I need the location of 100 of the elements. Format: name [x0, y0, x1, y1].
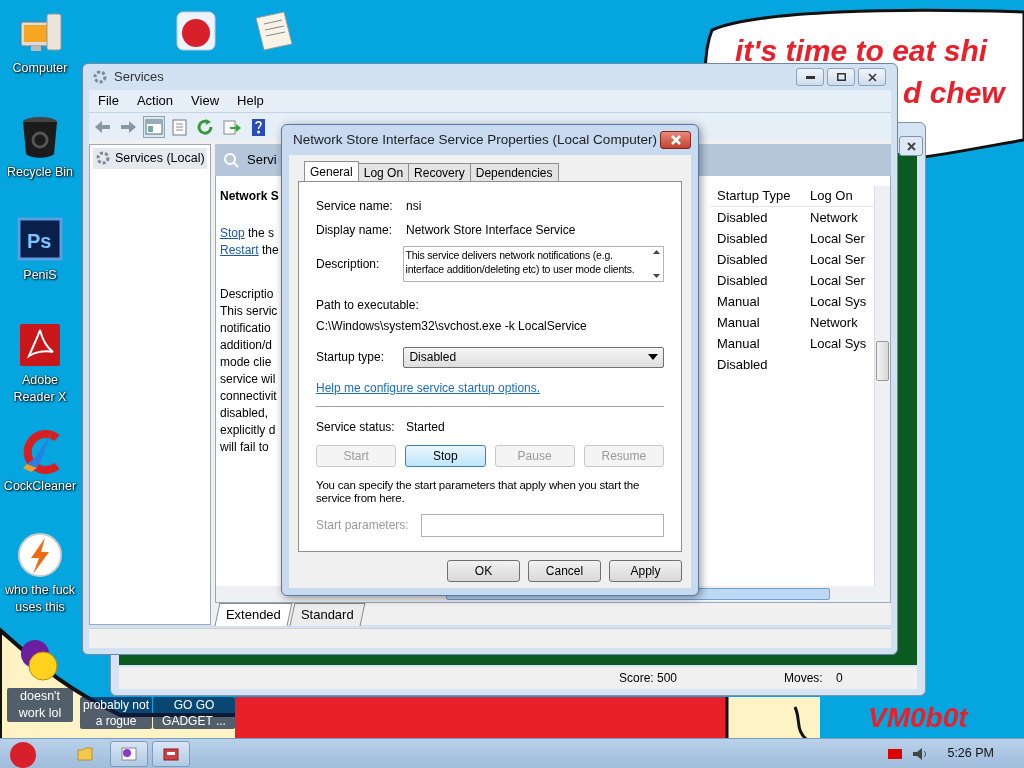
column-header[interactable]: Startup Type: [711, 186, 810, 206]
table-cell-text: Local Sys: [810, 334, 868, 353]
close-icon: [906, 141, 916, 151]
minimize-button[interactable]: [796, 68, 824, 86]
dialog-button[interactable]: OK: [447, 560, 520, 582]
table-cell-text: Network: [810, 313, 859, 332]
help-link[interactable]: Help me configure service startup options.: [316, 381, 541, 395]
dialog-button[interactable]: Apply: [609, 560, 682, 582]
moves-text: Moves: 0: [784, 670, 843, 687]
table-cell-text: Manual: [716, 292, 761, 311]
menu-item[interactable]: Action: [127, 91, 183, 111]
dialog-tab[interactable]: Log On: [357, 163, 410, 181]
column-header[interactable]: Log On: [810, 186, 868, 206]
description-text: disabled,: [220, 405, 269, 422]
menu-item[interactable]: Help: [228, 91, 273, 111]
table-cell-text: Disabled: [716, 355, 769, 374]
table-cell-text: Manual: [716, 313, 761, 332]
close-icon: [867, 72, 877, 82]
field-value: Network Store Interface Service: [406, 222, 576, 239]
close-button[interactable]: [899, 136, 923, 156]
close-button[interactable]: [858, 68, 886, 86]
maximize-icon: [836, 73, 846, 81]
field-value: nsi: [406, 198, 422, 215]
field-label: Startup type:: [316, 349, 386, 366]
table-cell-text: Disabled: [716, 250, 769, 269]
close-icon: [670, 135, 681, 145]
description-text: addition/d: [220, 337, 273, 354]
description-text: connectivit: [220, 388, 277, 405]
table-cell-text: Disabled: [716, 271, 769, 290]
photoshop-icon[interactable]: Ps: [17, 217, 63, 263]
menu-item[interactable]: View: [182, 91, 229, 111]
bubble-text: it's time to eat shi: [735, 36, 988, 66]
description-text: service wil: [220, 371, 276, 388]
close-button[interactable]: [660, 131, 691, 149]
taskbar-button[interactable]: [152, 740, 190, 767]
field-label: Path to executable:: [316, 297, 420, 314]
status-value: Started: [406, 419, 445, 436]
start-button-icon[interactable]: [8, 739, 38, 768]
vertical-scrollbar[interactable]: [874, 186, 890, 586]
panel-icon[interactable]: [144, 117, 164, 136]
window-title: Services: [114, 68, 164, 87]
startup-type-dropdown[interactable]: Disabled: [403, 346, 664, 368]
view-tab[interactable]: Extended: [214, 602, 293, 625]
caret-icon: [648, 354, 658, 360]
minimize-icon: [805, 75, 815, 79]
action-link[interactable]: Restart: [220, 243, 259, 257]
table-cell-text: Local Ser: [810, 250, 866, 269]
path-text: C:\Windows\system32\svchost.exe -k LocalService: [316, 318, 588, 335]
dialog-tab[interactable]: Recovery: [408, 163, 471, 181]
field-label: Service status:: [316, 419, 396, 436]
scroll-arrows-icon[interactable]: [652, 249, 661, 279]
export-icon[interactable]: [222, 117, 242, 136]
search-icon: [223, 152, 239, 168]
list-icon[interactable]: [170, 117, 190, 136]
action-link[interactable]: Stop: [220, 226, 245, 240]
dialog-title: Network Store Interface Service Properties (Local Computer): [293, 130, 657, 149]
action-text: the: [261, 243, 279, 257]
table-cell-text: Network: [810, 208, 859, 227]
gear-icon: [92, 69, 108, 85]
table-cell-text: Local Ser: [810, 271, 866, 290]
description-text: mode clie: [220, 354, 272, 371]
app-icon[interactable]: [176, 11, 216, 51]
field-label: Description:: [316, 256, 381, 273]
pdf-icon[interactable]: [17, 322, 63, 368]
table-cell-text: Disabled: [716, 229, 769, 248]
view-tab[interactable]: Standard: [289, 602, 366, 625]
description-text: notificatio: [220, 320, 271, 337]
start-parameters-field[interactable]: [421, 513, 664, 537]
service-title: Network S: [220, 188, 279, 205]
service-button[interactable]: Stop: [405, 445, 486, 467]
icon-label[interactable]: doesn't work lol: [7, 688, 73, 722]
scroll-thumb[interactable]: [876, 341, 889, 381]
table-cell-text: Manual: [716, 334, 761, 353]
description-text: will fail to: [220, 439, 269, 456]
description-text: This servic: [220, 303, 278, 320]
field-label: Start parameters:: [316, 517, 410, 534]
bubble-text: d chew: [903, 78, 1005, 108]
icon-label[interactable]: probably not a rogue: [80, 697, 152, 729]
icon-label[interactable]: GO GO GADGET ...: [153, 697, 235, 729]
score-text: Score: 500: [619, 670, 679, 687]
maximize-button[interactable]: [827, 68, 855, 86]
description-text: explicitly d: [220, 422, 276, 439]
description-text: This service delivers network notifications (e.g. interface addition/deleting etc) to user mode clients.: [404, 248, 636, 277]
taskbar-button[interactable]: [110, 740, 148, 767]
field-label: Service name:: [316, 198, 394, 215]
flag-icon[interactable]: [887, 746, 904, 761]
gear-icon: [95, 150, 111, 167]
signature-text: VM0b0t: [868, 704, 968, 732]
dialog-button[interactable]: Cancel: [528, 560, 601, 582]
dialog-tab[interactable]: Dependencies: [469, 163, 559, 181]
menu-item[interactable]: File: [89, 91, 128, 111]
description-text: Descriptio: [220, 286, 274, 303]
tree-item[interactable]: Services (Local): [93, 148, 207, 169]
pane-title: Servi: [247, 151, 277, 170]
dialog-tab[interactable]: General: [304, 161, 359, 181]
table-cell-text: Local Ser: [810, 229, 866, 248]
clock-text[interactable]: 5:26 PM: [947, 744, 994, 763]
table-cell-text: Disabled: [716, 208, 769, 227]
field-label: Display name:: [316, 222, 394, 239]
lightning-icon[interactable]: [17, 532, 63, 578]
